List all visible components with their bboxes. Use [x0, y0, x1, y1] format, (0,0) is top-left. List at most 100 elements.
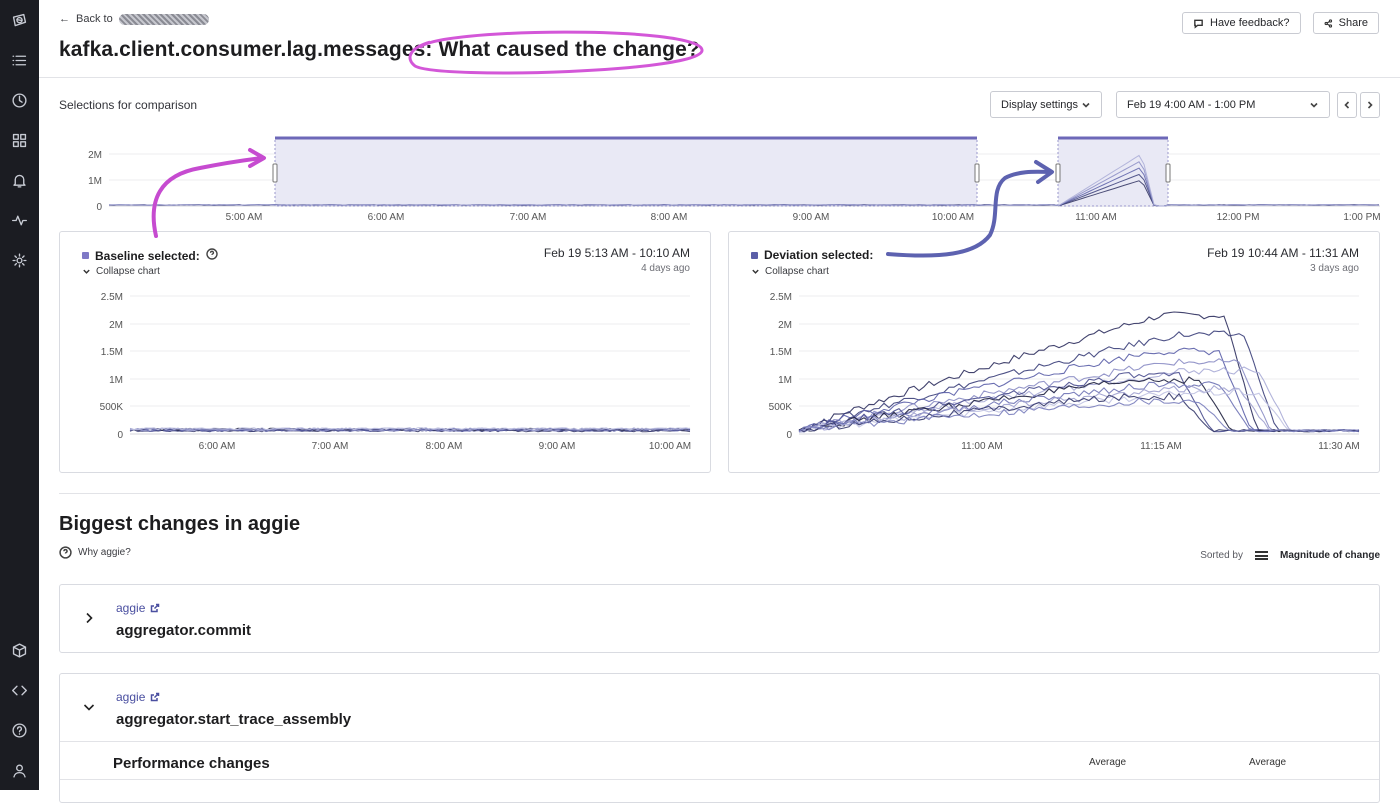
gear-icon[interactable]: [9, 250, 29, 270]
baseline-ago: 4 days ago: [641, 263, 690, 274]
deviation-ytick: 1M: [778, 375, 792, 386]
overview-xtick: 5:00 AM: [226, 212, 263, 223]
back-link[interactable]: ← Back to: [59, 13, 209, 25]
why-label: Why aggie?: [78, 547, 131, 558]
baseline-xtick: 6:00 AM: [199, 441, 236, 452]
app-logo-icon[interactable]: [9, 10, 29, 30]
feedback-label: Have feedback?: [1210, 17, 1290, 29]
deviation-xtick: 11:00 AM: [961, 441, 1003, 452]
overview-xtick: 1:00 PM: [1343, 212, 1380, 223]
share-label: Share: [1338, 17, 1368, 29]
share-button[interactable]: Share: [1313, 12, 1379, 34]
baseline-handle-left[interactable]: [272, 163, 278, 183]
baseline-card: Baseline selected: Collapse chart Feb 19…: [59, 231, 711, 473]
row-divider: [60, 779, 1379, 780]
redacted-name: [118, 13, 209, 25]
section-divider: [59, 493, 1380, 494]
chevron-right-icon[interactable]: [82, 611, 98, 627]
sort-lines-icon: [1255, 551, 1268, 560]
share-icon: [1324, 18, 1333, 28]
overview-xtick: 10:00 AM: [932, 212, 974, 223]
chevron-down-icon: [752, 269, 759, 274]
chevron-down-icon[interactable]: [82, 700, 98, 716]
deviation-handle-right[interactable]: [1165, 163, 1171, 183]
service-link[interactable]: aggie: [116, 601, 160, 615]
baseline-selection-region[interactable]: [274, 137, 978, 207]
baseline-ytick: 2M: [109, 320, 123, 331]
column-header-average[interactable]: Average: [1089, 757, 1126, 768]
page-title: kafka.client.consumer.lag.messages: What…: [59, 38, 700, 62]
display-settings-label: Display settings: [1001, 98, 1079, 111]
overview-xtick: 11:00 AM: [1075, 212, 1117, 223]
deviation-ytick: 1.5M: [770, 347, 792, 358]
feedback-button[interactable]: Have feedback?: [1182, 12, 1301, 34]
baseline-heading-label: Baseline selected:: [95, 248, 200, 263]
chevron-left-icon: [1344, 101, 1350, 109]
help-icon[interactable]: [9, 720, 29, 740]
deviation-chart[interactable]: 2.5M 2M 1.5M 1M 500K 0 11:00 AM 11:15 AM…: [729, 287, 1379, 457]
package-icon[interactable]: [9, 640, 29, 660]
comment-icon: [1194, 19, 1203, 29]
baseline-collapse-toggle[interactable]: Collapse chart: [82, 266, 160, 277]
grid-icon[interactable]: [9, 130, 29, 150]
deviation-handle-left[interactable]: [1055, 163, 1061, 183]
change-row[interactable]: aggie aggregator.start_trace_assembly: [59, 673, 1380, 803]
why-link[interactable]: Why aggie?: [59, 546, 131, 559]
next-range-button[interactable]: [1360, 92, 1380, 118]
baseline-ytick: 1.5M: [101, 347, 123, 358]
baseline-ytick: 0: [117, 430, 123, 441]
baseline-series: [129, 427, 691, 433]
deviation-series-line: [798, 366, 1360, 432]
baseline-xtick: 7:00 AM: [312, 441, 349, 452]
activity-icon[interactable]: [9, 210, 29, 230]
time-range-picker[interactable]: Feb 19 4:00 AM - 1:00 PM: [1116, 91, 1330, 118]
baseline-handle-right[interactable]: [974, 163, 980, 183]
deviation-card: Deviation selected: Collapse chart Feb 1…: [728, 231, 1380, 473]
sorted-by-label: Sorted by: [1200, 550, 1243, 561]
bell-icon[interactable]: [9, 170, 29, 190]
prev-range-button[interactable]: [1337, 92, 1357, 118]
overview-xtick: 6:00 AM: [368, 212, 405, 223]
main-content: ← Back to kafka.client.consumer.lag.mess…: [39, 0, 1400, 803]
deviation-ytick: 2.5M: [770, 292, 792, 303]
overview-ytick: 0: [96, 202, 102, 213]
sort-control[interactable]: Sorted by Magnitude of change: [1200, 550, 1380, 561]
service-link[interactable]: aggie: [116, 690, 160, 704]
back-label: Back to: [76, 13, 113, 25]
deviation-xtick: 11:15 AM: [1140, 441, 1182, 452]
selections-label: Selections for comparison: [59, 98, 198, 112]
title-metric: kafka.client.consumer.lag.messages: [59, 38, 426, 61]
chevron-down-icon: [83, 269, 90, 274]
service-label: aggie: [116, 690, 146, 704]
baseline-xtick: 10:00 AM: [649, 441, 691, 452]
baseline-ytick: 500K: [100, 402, 124, 413]
deviation-range: Feb 19 10:44 AM - 11:31 AM: [1207, 246, 1359, 260]
deviation-collapse-toggle[interactable]: Collapse chart: [751, 266, 829, 277]
list-icon[interactable]: [9, 50, 29, 70]
deviation-xtick: 11:30 AM: [1318, 441, 1360, 452]
question-icon[interactable]: [206, 248, 218, 263]
baseline-xtick: 9:00 AM: [539, 441, 576, 452]
collapse-label: Collapse chart: [765, 266, 829, 277]
arrow-left-icon: ←: [59, 13, 70, 25]
user-icon[interactable]: [9, 760, 29, 780]
baseline-chart[interactable]: 2.5M 2M 1.5M 1M 500K 0 6:00 AM 7:00 AM 8…: [60, 287, 710, 457]
row-divider: [60, 741, 1379, 742]
change-row[interactable]: aggie aggregator.commit: [59, 584, 1380, 653]
time-range-label: Feb 19 4:00 AM - 1:00 PM: [1127, 98, 1256, 111]
code-icon[interactable]: [9, 680, 29, 700]
deviation-ytick: 2M: [778, 320, 792, 331]
clock-icon[interactable]: [9, 90, 29, 110]
header-divider: [39, 77, 1400, 78]
sorted-by-value: Magnitude of change: [1280, 550, 1380, 561]
overview-xtick: 8:00 AM: [651, 212, 688, 223]
display-settings-dropdown[interactable]: Display settings: [990, 91, 1102, 118]
deviation-heading: Deviation selected:: [751, 248, 873, 262]
chevron-right-icon: [1367, 101, 1373, 109]
deviation-swatch: [751, 251, 758, 259]
overview-chart[interactable]: 2M 1M 0 5:00 AM 6:00 AM 7:00 AM 8:00 AM …: [39, 130, 1400, 230]
operation-name: aggregator.start_trace_assembly: [116, 711, 352, 728]
column-header-average[interactable]: Average: [1249, 757, 1286, 768]
baseline-grid: [130, 295, 690, 435]
overview-xtick: 12:00 PM: [1217, 212, 1260, 223]
